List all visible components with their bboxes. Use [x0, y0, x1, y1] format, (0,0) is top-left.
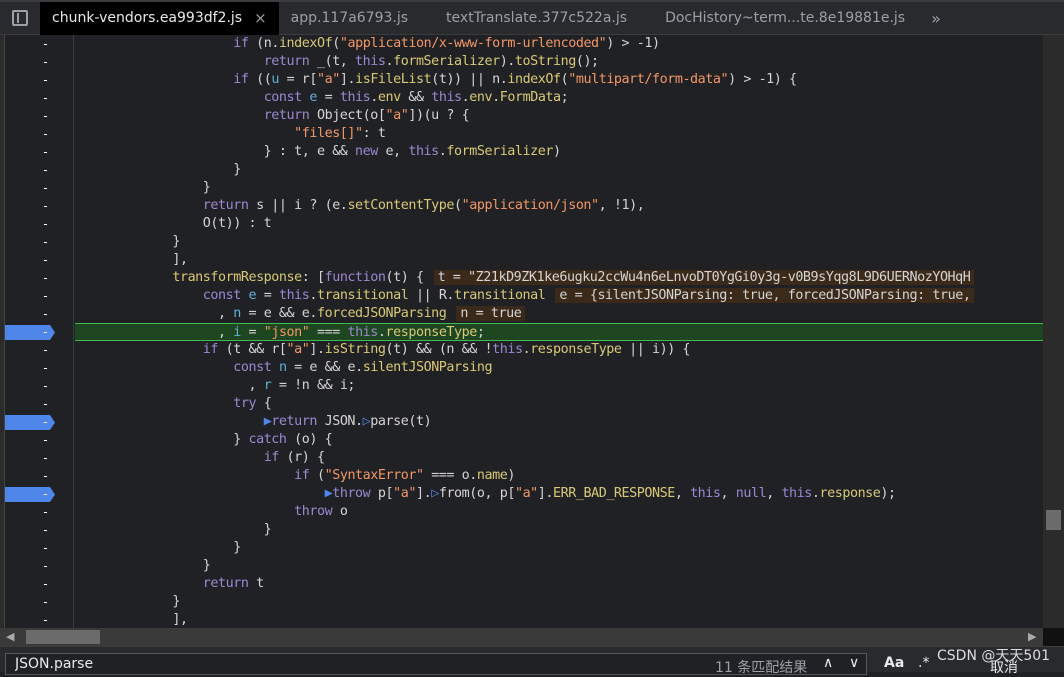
toggle-navigator-icon[interactable] [0, 2, 40, 35]
code-line: } [81, 234, 180, 249]
breakpoint-marker[interactable]: - [0, 485, 73, 503]
tab-app[interactable]: app.117a6793.js [279, 2, 420, 35]
line-number[interactable]: - [0, 35, 73, 53]
line-number[interactable]: - [0, 611, 73, 629]
line-gutter[interactable]: --------------------------------- [0, 35, 74, 628]
code-line: if ("SyntaxError" === o.name) [294, 468, 515, 483]
line-number[interactable]: - [0, 431, 73, 449]
code-line: } [81, 162, 241, 177]
line-number[interactable]: - [0, 179, 73, 197]
line-number[interactable]: - [0, 215, 73, 233]
cancel-button[interactable]: 取消 [990, 657, 1018, 677]
code-line: } [81, 594, 180, 609]
code-line: } [81, 540, 241, 555]
code-line: "files[]": t [294, 126, 386, 141]
line-number[interactable]: - [0, 143, 73, 161]
code-editor[interactable]: if (n.indexOf("application/x-www-form-ur… [75, 35, 1043, 628]
code-line: throw o [294, 504, 348, 519]
code-line: return s || i ? (e.setContentType("appli… [202, 198, 645, 213]
line-number[interactable]: - [0, 107, 73, 125]
line-number[interactable]: - [0, 233, 73, 251]
breakpoint-marker[interactable]: - [0, 413, 73, 431]
line-number[interactable]: - [0, 593, 73, 611]
line-number[interactable]: - [0, 377, 73, 395]
code-line: } : t, e && new e, this.formSerializer) [81, 144, 561, 159]
code-line: O(t)) : t [81, 216, 272, 231]
code-line: } catch (o) { [81, 432, 333, 447]
code-line: return _(t, this.formSerializer).toStrin… [263, 54, 599, 69]
scroll-left-icon[interactable]: ◀ [6, 630, 14, 643]
line-number[interactable]: - [0, 71, 73, 89]
horizontal-scrollbar[interactable]: ◀ ▶ [0, 628, 1043, 646]
code-line: return t [202, 576, 264, 591]
current-execution-line: , i = "json" === this.responseType; [75, 323, 1043, 341]
line-number[interactable]: - [0, 449, 73, 467]
inline-value: t = "Z21kD9ZK1ke6ugku2ccWu4n6eLnvoDT0YgG… [433, 270, 975, 285]
line-number[interactable]: - [0, 341, 73, 359]
close-icon[interactable]: × [254, 9, 267, 27]
next-match-button[interactable]: ∨ [849, 655, 859, 671]
tab-chunk-vendors[interactable]: chunk-vendors.ea993df2.js × [40, 1, 279, 35]
match-count: 11 条匹配结果 [715, 660, 808, 676]
line-number[interactable]: - [0, 521, 73, 539]
scroll-thumb[interactable] [1046, 510, 1061, 530]
code-line: if (n.indexOf("application/x-www-form-ur… [233, 36, 660, 51]
code-line: if (r) { [263, 450, 325, 465]
tab-label: chunk-vendors.ea993df2.js [52, 10, 243, 26]
scroll-corner [1043, 628, 1064, 646]
scroll-thumb[interactable] [26, 630, 100, 644]
line-number[interactable]: - [0, 287, 73, 305]
code-line: transformResponse: [function(t) {t = "Z2… [75, 269, 1043, 287]
code-line: ], [81, 612, 188, 627]
tab-text-translate[interactable]: textTranslate.377c522a.js [420, 2, 639, 35]
code-line: ], [81, 252, 188, 267]
search-bar: 11 条匹配结果 ∧ ∨ Aa .* [0, 646, 1064, 676]
line-number[interactable]: - [0, 161, 73, 179]
code-line: if (t && r["a"].isString(t) && (n && !th… [202, 342, 691, 357]
editor-tab-bar: chunk-vendors.ea993df2.js × app.117a6793.… [0, 0, 1064, 35]
code-line: ▶throw p["a"].▷from(o, p["a"].ERR_BAD_RE… [324, 486, 897, 501]
scroll-right-icon[interactable]: ▶ [1028, 630, 1036, 643]
line-number[interactable]: - [0, 53, 73, 71]
code-line: if ((u = r["a"].isFileList(t)) || n.inde… [233, 72, 797, 87]
code-line: const e = this.transitional || R.transit… [75, 287, 1043, 305]
line-number[interactable]: - [0, 557, 73, 575]
tab-doc-history[interactable]: DocHistory~term...te.8e19881e.js [639, 2, 917, 35]
code-line: } [81, 558, 211, 573]
breakpoint-marker[interactable]: - [0, 323, 73, 341]
line-number[interactable]: - [0, 575, 73, 593]
vertical-scrollbar[interactable] [1043, 35, 1064, 628]
line-number[interactable]: - [0, 89, 73, 107]
code-line: ▶return JSON.▷parse(t) [263, 414, 432, 429]
match-case-button[interactable]: Aa [884, 655, 904, 671]
line-number[interactable]: - [0, 197, 73, 215]
line-number[interactable]: - [0, 395, 73, 413]
inline-value: e = {silentJSONParsing: true, forcedJSON… [555, 288, 975, 303]
line-number[interactable]: - [0, 125, 73, 143]
code-line: } [81, 522, 272, 537]
code-line: , n = e && e.forcedJSONParsing n = true [75, 305, 1043, 323]
line-number[interactable]: - [0, 467, 73, 485]
code-line: try { [233, 396, 272, 411]
line-number[interactable]: - [0, 269, 73, 287]
code-line: } [81, 180, 211, 195]
code-line: return Object(o["a"])(u ? { [263, 108, 470, 123]
line-number[interactable]: - [0, 503, 73, 521]
previous-match-button[interactable]: ∧ [823, 655, 833, 671]
line-number[interactable]: - [0, 251, 73, 269]
more-tabs-icon[interactable]: » [917, 9, 952, 28]
code-line: const n = e && e.silentJSONParsing [233, 360, 493, 375]
code-line: , r = !n && i; [81, 378, 356, 393]
line-number[interactable]: - [0, 305, 73, 323]
line-number[interactable]: - [0, 539, 73, 557]
line-number[interactable]: - [0, 359, 73, 377]
code-line: const e = this.env && this.env.FormData; [263, 90, 569, 105]
regex-button[interactable]: .* [918, 655, 929, 671]
inline-value: n = true [456, 306, 526, 321]
